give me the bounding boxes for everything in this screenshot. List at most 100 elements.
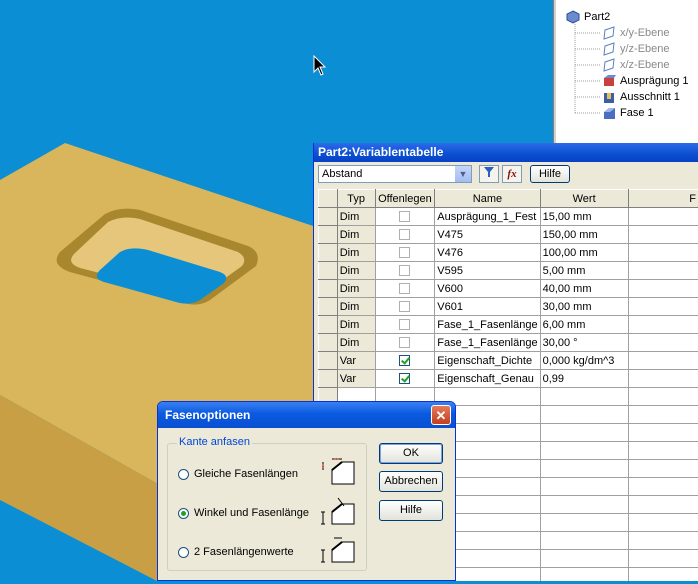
table-row[interactable]: DimV475150,00 mm <box>319 226 698 244</box>
row-header[interactable] <box>319 352 338 370</box>
cell-wert[interactable]: 0,99 <box>540 370 628 388</box>
option-two-lengths[interactable]: 2 Fasenlängenwerte <box>178 544 294 560</box>
cell-offenlegen[interactable] <box>375 280 435 298</box>
row-header[interactable] <box>319 370 338 388</box>
cell-name[interactable]: V600 <box>435 280 540 298</box>
tree-item-xy-plane[interactable]: x/y-Ebene <box>602 25 670 41</box>
expose-checkbox[interactable] <box>399 211 410 222</box>
function-icon[interactable]: fx <box>502 165 522 183</box>
cell-formel[interactable] <box>628 352 698 370</box>
expose-checkbox[interactable] <box>399 301 410 312</box>
cell-wert[interactable]: 6,00 mm <box>540 316 628 334</box>
help-button[interactable]: Hilfe <box>530 165 570 183</box>
cell-wert[interactable]: 40,00 mm <box>540 280 628 298</box>
expose-checkbox[interactable] <box>399 355 410 366</box>
expose-checkbox[interactable] <box>399 373 410 384</box>
cell-formel[interactable] <box>628 208 698 226</box>
empty-cell <box>540 442 628 460</box>
table-row[interactable]: VarEigenschaft_Genau0,99 <box>319 370 698 388</box>
cell-formel[interactable] <box>628 298 698 316</box>
option-equal-lengths[interactable]: Gleiche Fasenlängen <box>178 466 298 482</box>
cell-offenlegen[interactable] <box>375 316 435 334</box>
option-angle-and-length[interactable]: Winkel und Fasenlänge <box>178 505 309 521</box>
expose-checkbox[interactable] <box>399 283 410 294</box>
cell-name[interactable]: Eigenschaft_Dichte <box>435 352 540 370</box>
cell-formel[interactable] <box>628 316 698 334</box>
row-header[interactable] <box>319 316 338 334</box>
cell-name[interactable]: V601 <box>435 298 540 316</box>
cell-offenlegen[interactable] <box>375 352 435 370</box>
tree-item-xz-plane[interactable]: x/z-Ebene <box>602 57 670 73</box>
cell-formel[interactable] <box>628 334 698 352</box>
chevron-down-icon[interactable]: ▼ <box>454 166 471 182</box>
row-header[interactable] <box>319 244 338 262</box>
row-header[interactable] <box>319 262 338 280</box>
table-row[interactable]: DimFase_1_Fasenlänge6,00 mm <box>319 316 698 334</box>
cell-name[interactable]: Ausprägung_1_Fest <box>435 208 540 226</box>
cell-wert[interactable]: 30,00 ° <box>540 334 628 352</box>
table-row[interactable]: DimAusprägung_1_Fest15,00 mm <box>319 208 698 226</box>
help-button[interactable]: Hilfe <box>379 500 443 521</box>
expose-checkbox[interactable] <box>399 319 410 330</box>
cell-name[interactable]: Eigenschaft_Genau <box>435 370 540 388</box>
tree-item-yz-plane[interactable]: y/z-Ebene <box>602 41 670 57</box>
cancel-button[interactable]: Abbrechen <box>379 471 443 492</box>
cell-formel[interactable] <box>628 370 698 388</box>
cell-wert[interactable]: 100,00 mm <box>540 244 628 262</box>
column-header-name[interactable]: Name <box>435 190 540 208</box>
cell-wert[interactable]: 5,00 mm <box>540 262 628 280</box>
cell-wert[interactable]: 15,00 mm <box>540 208 628 226</box>
table-row[interactable]: DimV476100,00 mm <box>319 244 698 262</box>
ok-button[interactable]: OK <box>379 443 443 464</box>
cell-name[interactable]: V595 <box>435 262 540 280</box>
radio-angle-and-length[interactable] <box>178 508 189 519</box>
cell-name[interactable]: Fase_1_Fasenlänge <box>435 334 540 352</box>
tree-item-auspraegung[interactable]: Ausprägung 1 <box>602 73 689 89</box>
close-icon[interactable]: ✕ <box>431 405 451 425</box>
expose-checkbox[interactable] <box>399 247 410 258</box>
radio-equal-lengths[interactable] <box>178 469 189 480</box>
cell-name[interactable]: V475 <box>435 226 540 244</box>
column-header-typ[interactable]: Typ <box>337 190 375 208</box>
column-header-formel[interactable]: F <box>628 190 698 208</box>
cell-name[interactable]: Fase_1_Fasenlänge <box>435 316 540 334</box>
expose-checkbox[interactable] <box>399 265 410 276</box>
cell-formel[interactable] <box>628 280 698 298</box>
row-header[interactable] <box>319 280 338 298</box>
column-header-wert[interactable]: Wert <box>540 190 628 208</box>
cell-wert[interactable]: 0,000 kg/dm^3 <box>540 352 628 370</box>
tree-item-fase[interactable]: Fase 1 <box>602 105 654 121</box>
table-row[interactable]: Dim V60040,00 mm <box>319 280 698 298</box>
chamfer-options-dialog[interactable]: Fasenoptionen ✕ Kante anfasen Gleiche Fa… <box>157 401 456 581</box>
table-row[interactable]: VarEigenschaft_Dichte0,000 kg/dm^3 <box>319 352 698 370</box>
cell-offenlegen[interactable] <box>375 208 435 226</box>
radio-two-lengths[interactable] <box>178 547 189 558</box>
feature-tree[interactable]: Part2 x/y-Ebene y/z-Ebene x/z-Ebene Ausp… <box>554 0 698 148</box>
row-header[interactable] <box>319 334 338 352</box>
row-header[interactable] <box>319 226 338 244</box>
cell-formel[interactable] <box>628 244 698 262</box>
cell-name[interactable]: V476 <box>435 244 540 262</box>
tree-item-ausschnitt[interactable]: Ausschnitt 1 <box>602 89 680 105</box>
cell-offenlegen[interactable] <box>375 244 435 262</box>
cell-typ: Dim <box>337 280 375 298</box>
table-row[interactable]: DimV60130,00 mm <box>319 298 698 316</box>
table-row[interactable]: DimFase_1_Fasenlänge30,00 ° <box>319 334 698 352</box>
cell-offenlegen[interactable] <box>375 262 435 280</box>
cell-wert[interactable]: 150,00 mm <box>540 226 628 244</box>
cell-offenlegen[interactable] <box>375 298 435 316</box>
expose-checkbox[interactable] <box>399 229 410 240</box>
row-header[interactable] <box>319 298 338 316</box>
filter-icon[interactable] <box>479 165 499 183</box>
filter-dropdown[interactable]: Abstand ▼ <box>318 165 472 183</box>
column-header-offenlegen[interactable]: Offenlegen <box>375 190 435 208</box>
cell-offenlegen[interactable] <box>375 334 435 352</box>
cell-offenlegen[interactable] <box>375 226 435 244</box>
cell-formel[interactable] <box>628 226 698 244</box>
cell-wert[interactable]: 30,00 mm <box>540 298 628 316</box>
cell-offenlegen[interactable] <box>375 370 435 388</box>
table-row[interactable]: DimV5955,00 mm <box>319 262 698 280</box>
cell-formel[interactable] <box>628 262 698 280</box>
row-header[interactable] <box>319 208 338 226</box>
expose-checkbox[interactable] <box>399 337 410 348</box>
